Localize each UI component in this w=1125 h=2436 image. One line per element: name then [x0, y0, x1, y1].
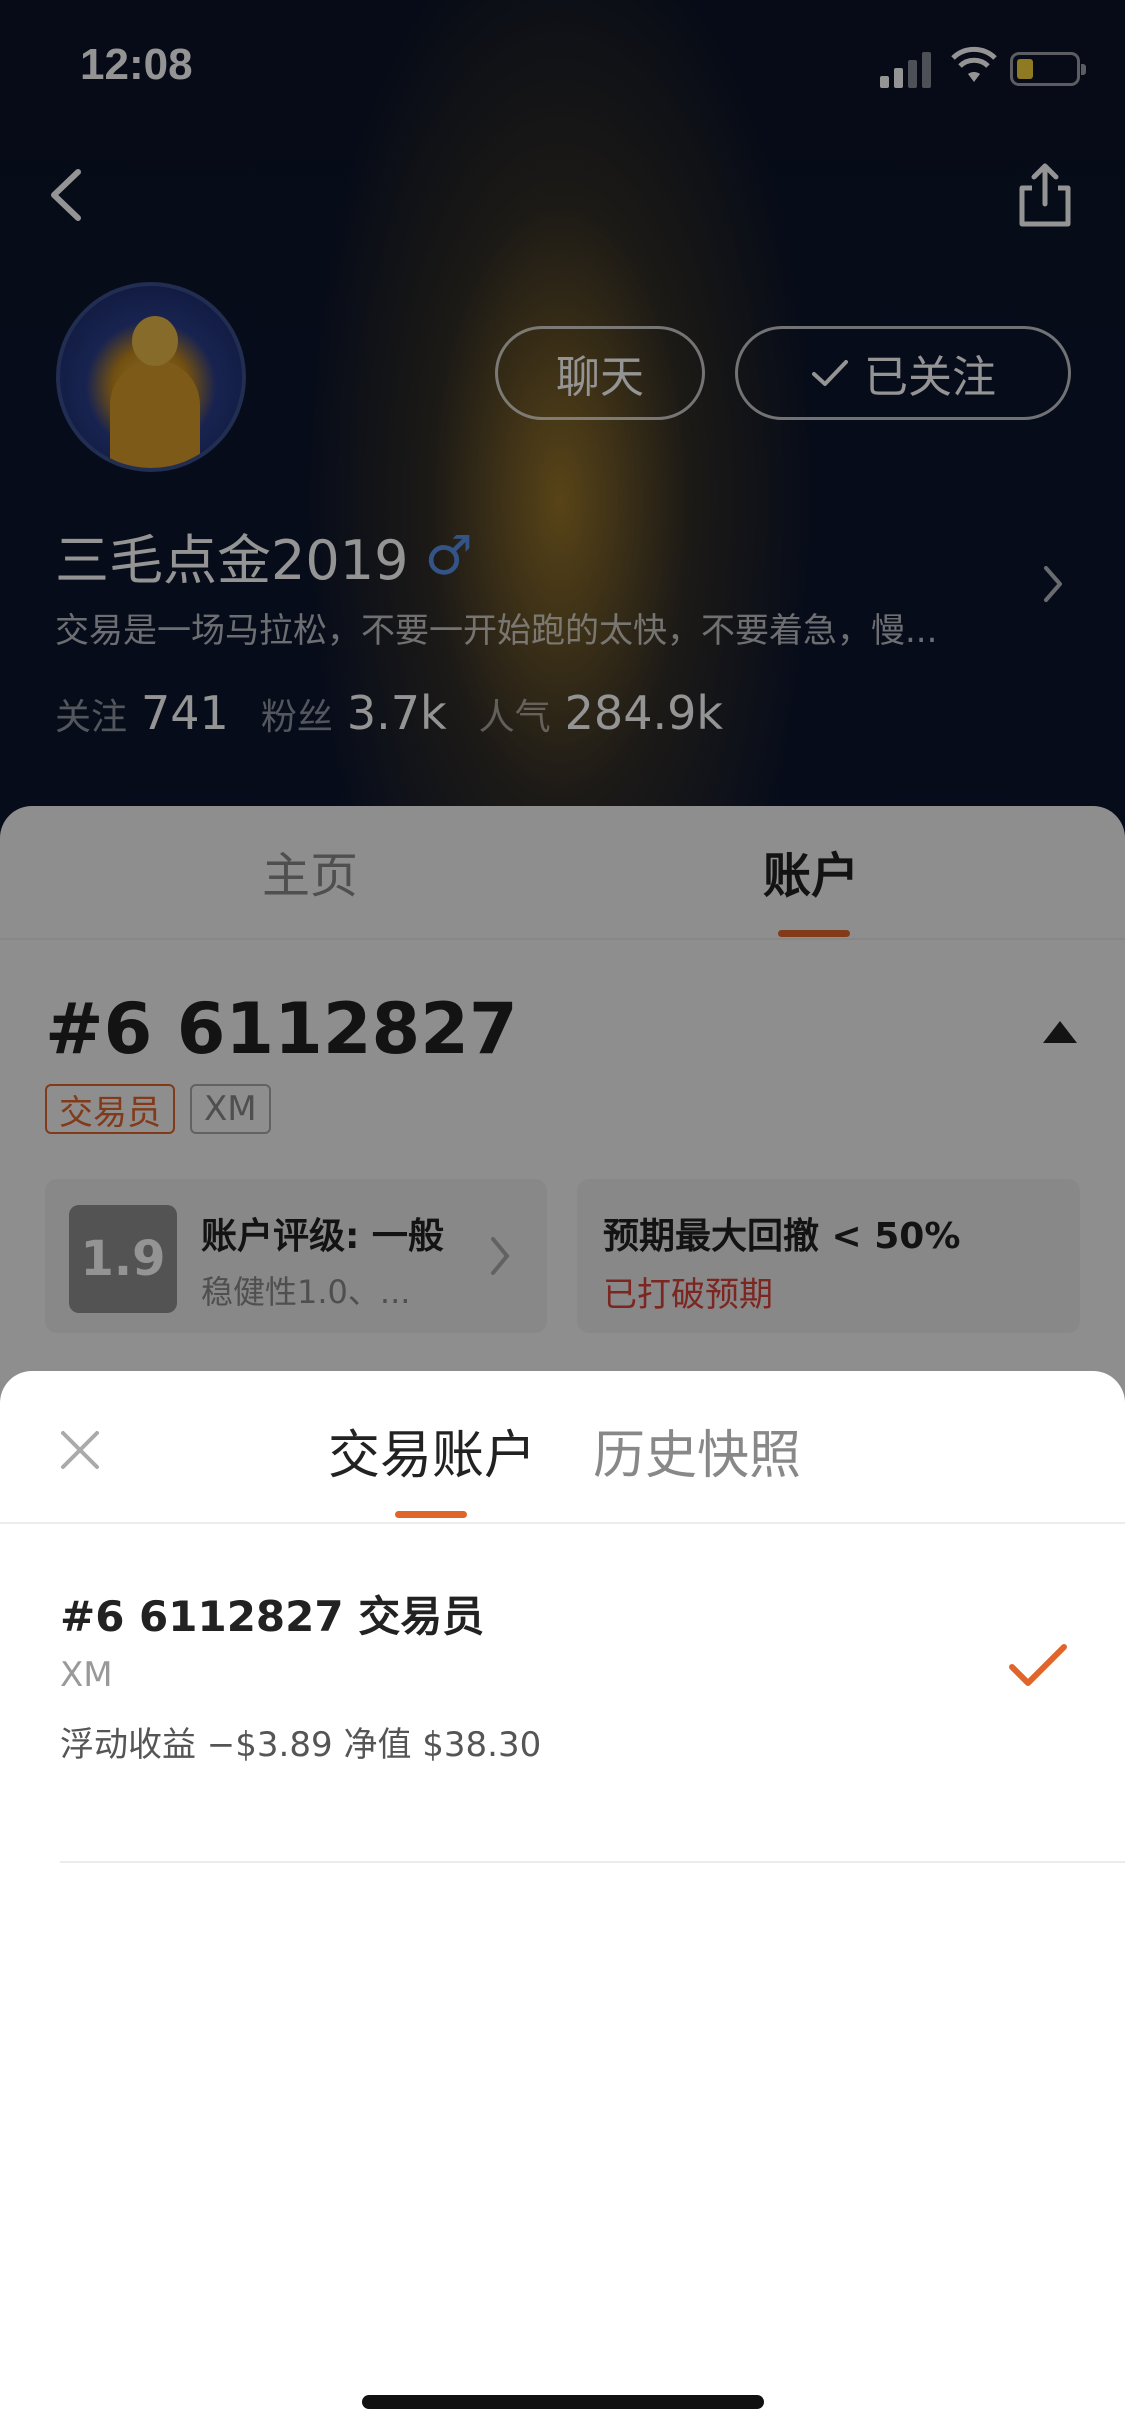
- list-item[interactable]: #6 6112827 交易员 XM 浮动收益 −$3.89 净值 $38.30: [60, 1583, 1125, 1863]
- account-picker-sheet: 交易账户 历史快照 #6 6112827 交易员 XM 浮动收益 −$3.89 …: [0, 1371, 1125, 2436]
- close-icon[interactable]: [55, 1425, 105, 1475]
- tab-trading-accounts[interactable]: 交易账户: [328, 1413, 536, 1488]
- tab-history-snapshots[interactable]: 历史快照: [593, 1413, 801, 1488]
- home-indicator[interactable]: [362, 2395, 764, 2409]
- divider: [0, 1522, 1125, 1524]
- checkmark-selected-icon: [1009, 1644, 1067, 1686]
- account-item-title: #6 6112827 交易员: [60, 1592, 485, 1641]
- account-item-stats: 浮动收益 −$3.89 净值 $38.30: [60, 1725, 542, 1765]
- account-item-broker: XM: [60, 1655, 113, 1695]
- sheet-tab-indicator: [395, 1511, 467, 1518]
